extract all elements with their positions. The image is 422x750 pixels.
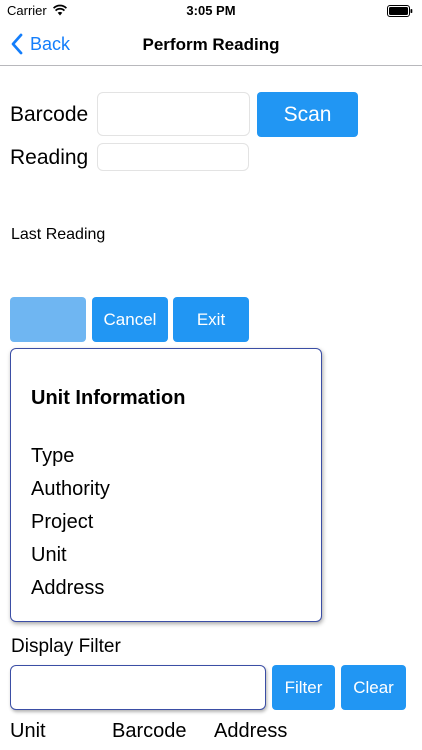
navigation-bar: Back Perform Reading <box>0 22 422 66</box>
column-header-unit: Unit <box>10 720 46 742</box>
unit-info-address: Address <box>31 577 105 599</box>
reading-label: Reading <box>10 146 89 169</box>
unit-info-project: Project <box>31 511 94 533</box>
clear-button[interactable]: Clear <box>341 665 406 710</box>
battery-icon <box>387 5 413 17</box>
filter-input[interactable] <box>10 665 266 710</box>
exit-button[interactable]: Exit <box>173 297 249 342</box>
filter-button[interactable]: Filter <box>272 665 335 710</box>
page-title: Perform Reading <box>142 35 280 54</box>
status-bar: Carrier 3:05 PM <box>0 0 422 22</box>
barcode-input[interactable] <box>97 92 250 136</box>
last-reading-label: Last Reading <box>11 226 106 243</box>
cancel-button[interactable]: Cancel <box>92 297 168 342</box>
reading-input[interactable] <box>97 143 249 171</box>
unit-information-card: Unit Information Type Authority Project … <box>10 348 322 622</box>
unit-info-authority: Authority <box>31 478 110 500</box>
unit-information-title: Unit Information <box>31 387 186 409</box>
display-filter-label: Display Filter <box>11 636 121 657</box>
column-header-barcode: Barcode <box>112 720 187 742</box>
save-button[interactable] <box>10 297 86 342</box>
scan-button[interactable]: Scan <box>257 92 358 137</box>
barcode-label: Barcode <box>10 103 89 126</box>
status-time: 3:05 PM <box>186 3 236 18</box>
column-header-address: Address <box>214 720 288 742</box>
unit-info-type: Type <box>31 445 75 467</box>
unit-info-unit: Unit <box>31 544 67 566</box>
